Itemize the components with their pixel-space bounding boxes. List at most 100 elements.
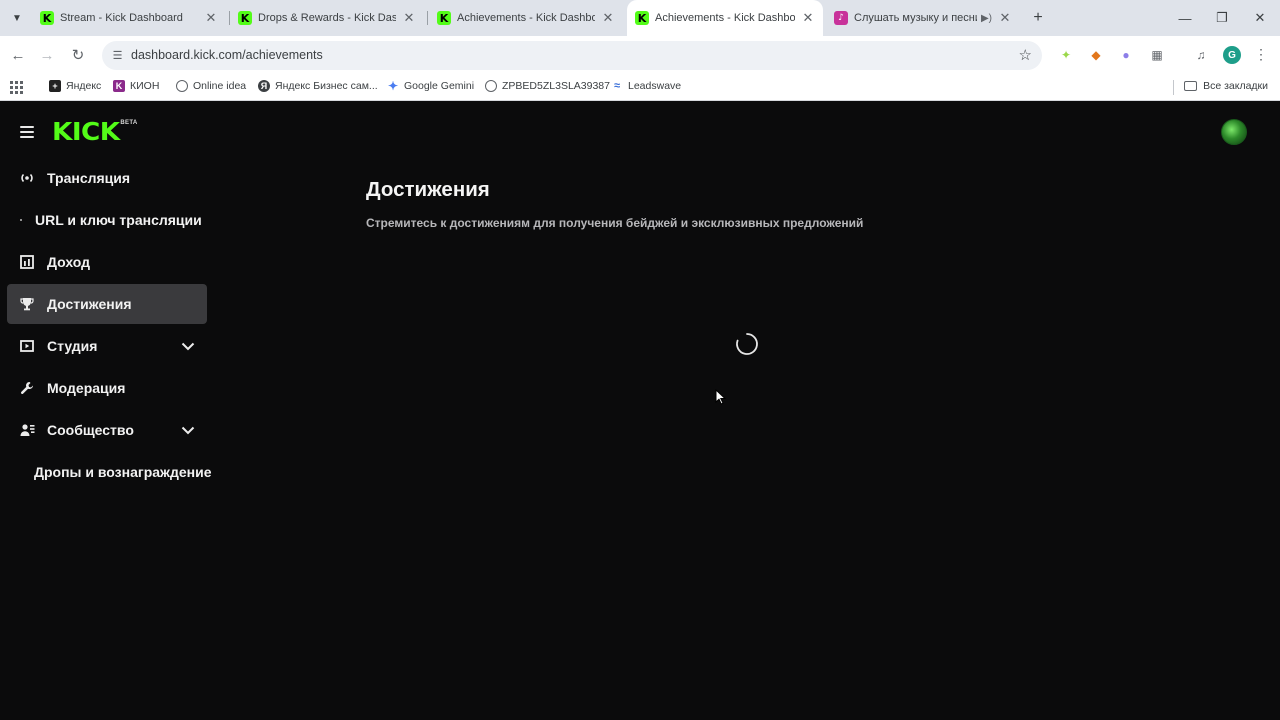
tab-title: Слушать музыку и песни онлайн xyxy=(854,12,977,24)
sidebar-item-revenue[interactable]: Доход xyxy=(7,242,207,282)
tab-title: Drops & Rewards - Kick Dashboard xyxy=(258,12,396,24)
bookmark-yandex-business[interactable]: Я Яндекс Бизнес сам... xyxy=(258,80,378,92)
tab-stream[interactable]: K Stream - Kick Dashboard ✕ xyxy=(32,4,226,32)
close-icon[interactable]: ✕ xyxy=(998,10,1012,26)
sidebar-item-broadcast[interactable]: Трансляция xyxy=(7,158,207,198)
loading-spinner-icon xyxy=(735,332,759,356)
kick-dashboard-page: KICK BETA Трансляция URL и ключ трансляц… xyxy=(0,102,1280,720)
tab-divider xyxy=(427,11,428,25)
bookmark-leadswave[interactable]: ≈ Leadswave xyxy=(611,80,681,92)
yandex-business-icon: Я xyxy=(258,80,270,92)
sidebar-item-label: Трансляция xyxy=(47,170,131,186)
sidebar-item-stream-url-key[interactable]: URL и ключ трансляции xyxy=(7,200,207,240)
sidebar-item-community[interactable]: Сообщество xyxy=(7,410,207,450)
sidebar-item-drops-rewards[interactable]: Дропы и вознаграждение xyxy=(7,452,211,492)
extensions-puzzle-icon[interactable]: ▦ xyxy=(1148,46,1166,64)
all-bookmarks-label: Все закладки xyxy=(1203,80,1268,92)
sidebar-item-label: Студия xyxy=(47,338,98,354)
bookmark-zpbed[interactable]: ZPBED5ZL3SLA39387 xyxy=(485,80,610,92)
browser-toolbar: ← → ↻ ☰ dashboard.kick.com/achievements … xyxy=(0,36,1280,74)
bookmark-yandex[interactable]: + Яндекс xyxy=(49,80,101,92)
bookmark-label: Leadswave xyxy=(628,80,682,92)
apps-grid-icon[interactable] xyxy=(10,81,23,94)
bookmark-label: КИОН xyxy=(130,80,160,92)
gemini-icon: ✦ xyxy=(387,79,399,93)
new-tab-button[interactable]: + xyxy=(1028,8,1048,28)
speaker-icon[interactable]: ▶) xyxy=(981,13,992,24)
url-text[interactable]: dashboard.kick.com/achievements xyxy=(131,48,323,62)
bookmarks-divider xyxy=(1173,80,1174,95)
bookmark-star-icon[interactable]: ☆ xyxy=(1019,46,1032,64)
bookmark-label: ZPBED5ZL3SLA39387 xyxy=(502,80,610,92)
all-bookmarks-button[interactable]: Все закладки xyxy=(1184,80,1268,92)
wrench-icon xyxy=(19,380,35,396)
mouse-pointer-icon xyxy=(715,388,727,405)
kick-favicon-icon: K xyxy=(40,11,54,25)
sidebar-item-moderation[interactable]: Модерация xyxy=(7,368,207,408)
chevron-down-icon: ▼ xyxy=(12,12,22,24)
globe-icon xyxy=(485,80,497,92)
restore-button[interactable]: ❐ xyxy=(1212,8,1232,28)
tab-title: Achievements - Kick Dashboard xyxy=(457,12,595,24)
main-content: Достижения Стремитесь к достижениям для … xyxy=(366,178,863,230)
music-icon: ♪ xyxy=(834,11,848,25)
minimize-button[interactable]: — xyxy=(1175,8,1195,28)
tab-drops-rewards[interactable]: K Drops & Rewards - Kick Dashboard ✕ xyxy=(230,4,424,32)
logo-wordmark: KICK xyxy=(52,117,120,146)
bookmark-label: Яндекс xyxy=(66,80,102,92)
bookmark-kion[interactable]: K КИОН xyxy=(113,80,159,92)
close-icon[interactable]: ✕ xyxy=(601,10,615,26)
community-icon xyxy=(19,422,35,438)
user-avatar[interactable] xyxy=(1221,119,1247,145)
beta-badge: BETA xyxy=(120,120,138,126)
studio-icon xyxy=(19,338,35,354)
tab-search-button[interactable]: ▼ xyxy=(6,7,28,29)
window-close-button[interactable]: ✕ xyxy=(1250,8,1270,28)
kick-favicon-icon: K xyxy=(635,11,649,25)
media-controls-icon[interactable]: ♫ xyxy=(1192,46,1210,64)
metamask-fox-icon[interactable]: ◆ xyxy=(1087,46,1105,64)
bookmark-online-idea[interactable]: Online idea xyxy=(176,80,246,92)
sidebar-item-achievements[interactable]: Достижения xyxy=(7,284,207,324)
kick-logo[interactable]: KICK BETA xyxy=(52,118,138,146)
bullet-icon xyxy=(20,219,22,221)
bookmark-label: Google Gemini xyxy=(404,80,475,92)
back-button[interactable]: ← xyxy=(8,45,28,65)
sidebar-item-label: Модерация xyxy=(47,380,126,396)
chevron-down-icon[interactable] xyxy=(181,339,195,353)
sidebar-item-label: Доход xyxy=(47,254,91,270)
close-icon[interactable]: ✕ xyxy=(204,10,218,26)
yandex-icon: + xyxy=(49,80,61,92)
bookmark-google-gemini[interactable]: ✦ Google Gemini xyxy=(387,79,475,93)
extension-ghost-icon[interactable]: ● xyxy=(1117,46,1135,64)
tab-title: Achievements - Kick Dashboard xyxy=(655,12,795,24)
bookmark-label: Online idea xyxy=(193,80,247,92)
sidebar-item-label: Достижения xyxy=(47,296,132,312)
profile-avatar[interactable]: G xyxy=(1223,46,1241,64)
tab-achievements[interactable]: K Achievements - Kick Dashboard ✕ xyxy=(429,4,623,32)
sidebar-item-label: Дропы и вознаграждение xyxy=(34,464,212,480)
folder-icon xyxy=(1184,81,1198,91)
broadcast-icon xyxy=(19,170,35,186)
site-info-icon[interactable]: ☰ xyxy=(110,48,125,63)
hamburger-menu-icon[interactable] xyxy=(20,126,34,138)
extension-leaf-icon[interactable]: ✦ xyxy=(1057,46,1075,64)
tab-achievements-active[interactable]: K Achievements - Kick Dashboard ✕ xyxy=(627,0,823,36)
forward-button[interactable]: → xyxy=(37,45,57,65)
address-bar[interactable]: ☰ dashboard.kick.com/achievements ☆ xyxy=(102,41,1042,70)
reload-button[interactable]: ↻ xyxy=(68,45,88,65)
sidebar-item-studio[interactable]: Студия xyxy=(7,326,207,366)
tab-music[interactable]: ♪ Слушать музыку и песни онлайн ▶) ✕ xyxy=(826,4,1020,32)
trophy-icon xyxy=(19,296,35,312)
kion-icon: K xyxy=(113,80,125,92)
close-icon[interactable]: ✕ xyxy=(402,10,416,26)
close-icon[interactable]: ✕ xyxy=(801,10,815,26)
page-subtitle: Стремитесь к достижениям для получения б… xyxy=(366,216,864,230)
more-menu-icon[interactable]: ⋮ xyxy=(1254,46,1268,63)
chevron-down-icon[interactable] xyxy=(181,423,195,437)
leadswave-icon: ≈ xyxy=(613,80,621,92)
kick-favicon-icon: K xyxy=(437,11,451,25)
sidebar-item-label: URL и ключ трансляции xyxy=(35,212,202,228)
bookmark-label: Яндекс Бизнес сам... xyxy=(275,80,378,92)
kick-favicon-icon: K xyxy=(238,11,252,25)
